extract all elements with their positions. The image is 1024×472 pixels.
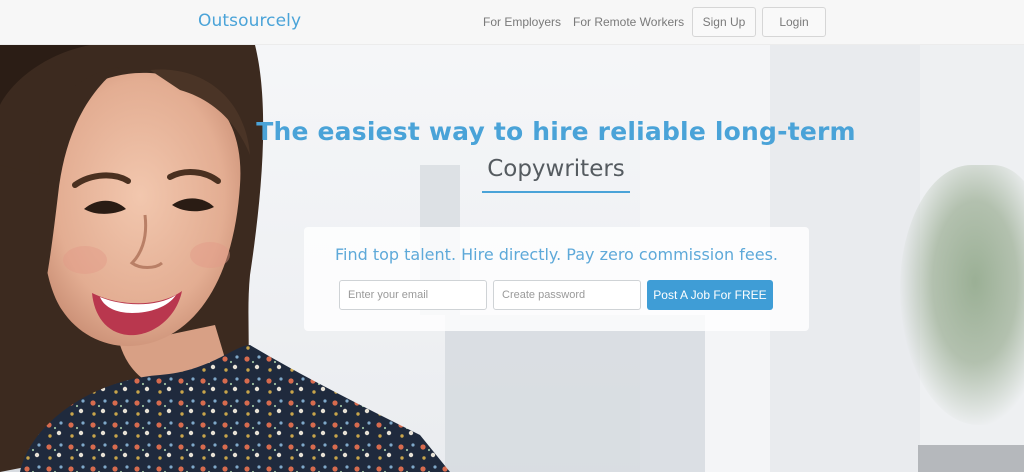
planter-image <box>918 445 1024 472</box>
role-underline <box>482 191 630 193</box>
email-field[interactable] <box>339 280 487 310</box>
hero-section: The easiest way to hire reliable long-te… <box>0 45 1024 472</box>
post-job-button[interactable]: Post A Job For FREE <box>647 280 773 310</box>
hero-headline-text: The easiest way to hire reliable long-te… <box>256 117 856 146</box>
login-button[interactable]: Login <box>762 7 826 37</box>
background-desk <box>445 315 705 472</box>
nav-link-employers[interactable]: For Employers <box>483 15 561 29</box>
logo[interactable]: Outsourcely <box>198 11 301 31</box>
password-field[interactable] <box>493 280 641 310</box>
hero-tagline: Find top talent. Hire directly. Pay zero… <box>334 245 778 264</box>
hero-role-word: Copywriters <box>487 156 625 182</box>
signup-button[interactable]: Sign Up <box>692 7 756 37</box>
top-nav: Outsourcely For Employers For Remote Wor… <box>0 0 1024 45</box>
hero-headline: The easiest way to hire reliable long-te… <box>0 117 1024 146</box>
signup-card: Find top talent. Hire directly. Pay zero… <box>304 227 809 331</box>
nav-link-remote-workers[interactable]: For Remote Workers <box>573 15 684 29</box>
